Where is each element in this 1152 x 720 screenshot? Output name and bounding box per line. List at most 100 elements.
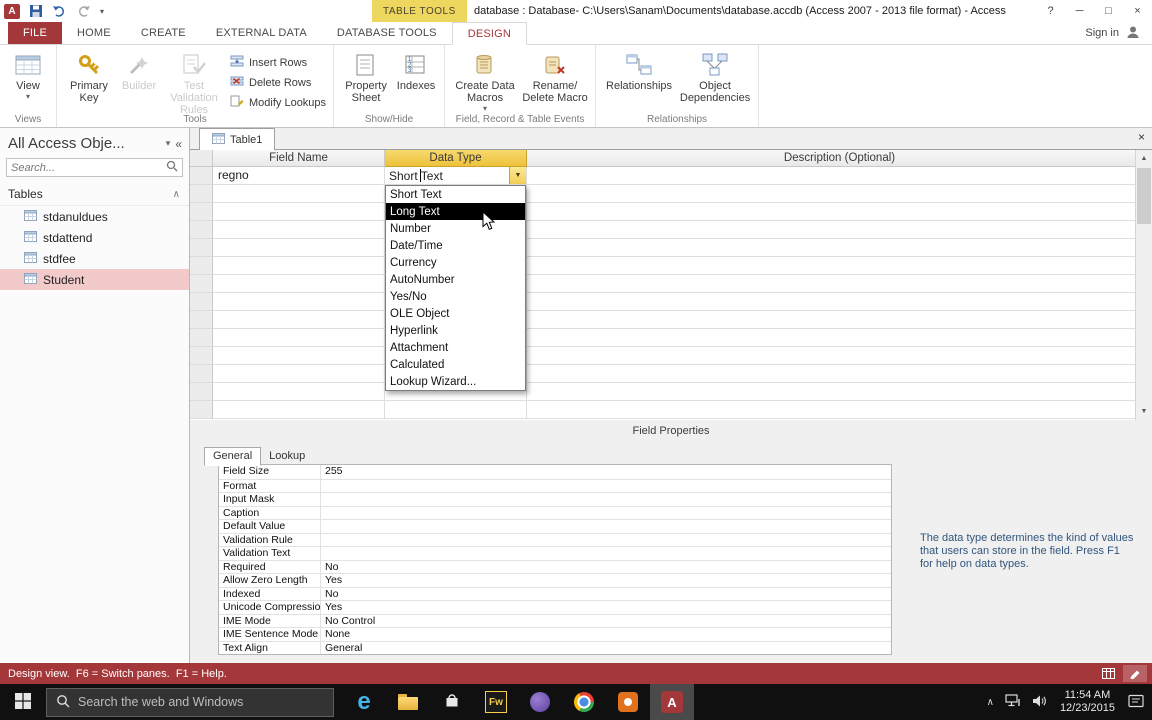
shutter-bar-icon[interactable]: « (175, 137, 182, 151)
datasheet-view-icon[interactable] (1096, 665, 1120, 682)
property-value[interactable] (321, 520, 891, 533)
document-tab-table1[interactable]: Table1 (199, 128, 275, 150)
insert-rows-button[interactable]: Insert Rows (230, 55, 326, 70)
field-name-cell[interactable]: regno (213, 167, 385, 185)
data-type-option[interactable]: Date/Time (386, 237, 525, 254)
property-value[interactable] (321, 480, 891, 493)
property-row[interactable]: Caption (219, 506, 891, 520)
property-sheet-button[interactable]: Property Sheet (339, 47, 393, 104)
sign-in[interactable]: Sign in (1085, 22, 1152, 44)
close-icon[interactable]: × (1123, 0, 1152, 22)
property-row[interactable]: IME Sentence Mode None (219, 627, 891, 641)
empty-grid-row[interactable] (190, 275, 1152, 293)
nav-table-item[interactable]: stdfee (0, 248, 189, 269)
customize-qat-icon[interactable]: ▾ (100, 3, 104, 19)
tray-chevron-icon[interactable]: ∧ (987, 697, 994, 708)
property-value[interactable]: No (321, 561, 891, 574)
ribbon-tab[interactable]: HOME (62, 22, 126, 44)
redo-icon[interactable] (76, 3, 91, 19)
access-taskbar-icon[interactable]: A (650, 684, 694, 720)
property-value[interactable]: No Control (321, 615, 891, 628)
data-type-option[interactable]: AutoNumber (386, 271, 525, 288)
property-row[interactable]: Validation Text (219, 546, 891, 560)
data-type-option[interactable]: Lookup Wizard... (386, 373, 525, 390)
field-properties-tab[interactable]: Lookup (261, 448, 313, 465)
edge-app-icon[interactable]: e (342, 684, 386, 720)
nav-pane-header[interactable]: All Access Obje... ▾ « (0, 128, 189, 156)
chrome-app-icon[interactable] (562, 684, 606, 720)
app-icon-orange[interactable] (606, 684, 650, 720)
rename-delete-macro-button[interactable]: Rename/ Delete Macro (520, 47, 590, 104)
relationships-button[interactable]: Relationships (601, 47, 677, 92)
scrollbar-thumb[interactable] (1137, 168, 1151, 224)
vertical-scrollbar[interactable]: ▲ ▼ (1135, 150, 1152, 420)
data-type-option[interactable]: Long Text (386, 203, 525, 220)
property-row[interactable]: IME Mode No Control (219, 614, 891, 628)
property-value[interactable] (321, 547, 891, 560)
file-explorer-icon[interactable] (386, 684, 430, 720)
object-dependencies-button[interactable]: Object Dependencies (677, 47, 753, 104)
store-app-icon[interactable] (430, 684, 474, 720)
property-value[interactable]: Yes (321, 574, 891, 587)
empty-grid-row[interactable] (190, 239, 1152, 257)
network-icon[interactable] (1005, 694, 1021, 710)
data-type-option[interactable]: OLE Object (386, 305, 525, 322)
restore-icon[interactable]: □ (1094, 0, 1123, 22)
property-row[interactable]: Format (219, 479, 891, 493)
ribbon-tab[interactable]: DATABASE TOOLS (322, 22, 452, 44)
property-row[interactable]: Allow Zero Length Yes (219, 573, 891, 587)
minimize-icon[interactable]: ─ (1065, 0, 1094, 22)
start-button[interactable] (0, 684, 46, 720)
property-value[interactable]: 255 (321, 465, 891, 479)
empty-grid-row[interactable] (190, 365, 1152, 383)
property-value[interactable]: None (321, 628, 891, 641)
empty-grid-row[interactable] (190, 329, 1152, 347)
property-value[interactable] (321, 507, 891, 520)
data-type-option[interactable]: Number (386, 220, 525, 237)
view-button[interactable]: View ▾ (5, 47, 51, 101)
description-cell[interactable] (527, 167, 1152, 185)
taskbar-search-input[interactable] (78, 695, 324, 709)
column-header-field-name[interactable]: Field Name (213, 150, 385, 167)
app-icon-purple[interactable] (518, 684, 562, 720)
empty-grid-row[interactable] (190, 347, 1152, 365)
scroll-up-icon[interactable]: ▲ (1136, 150, 1152, 167)
taskbar-search-box[interactable] (46, 688, 334, 717)
empty-grid-row[interactable] (190, 383, 1152, 401)
nav-search-box[interactable] (6, 158, 183, 177)
taskbar-clock[interactable]: 11:54 AM 12/23/2015 (1058, 689, 1117, 715)
column-header-description[interactable]: Description (Optional) (527, 150, 1152, 167)
data-type-option[interactable]: Currency (386, 254, 525, 271)
property-value[interactable]: No (321, 588, 891, 601)
empty-grid-row[interactable] (190, 185, 1152, 203)
data-type-option[interactable]: Yes/No (386, 288, 525, 305)
property-value[interactable]: Yes (321, 601, 891, 614)
empty-grid-row[interactable] (190, 311, 1152, 329)
close-document-icon[interactable]: × (1138, 130, 1145, 144)
create-data-macros-button[interactable]: Create Data Macros ▾ (450, 47, 520, 113)
property-row[interactable]: Input Mask (219, 492, 891, 506)
nav-pane-menu-icon[interactable]: ▾ (166, 138, 171, 149)
column-header-data-type[interactable]: Data Type (385, 150, 527, 167)
builder-button[interactable]: Builder (116, 47, 162, 92)
volume-icon[interactable] (1032, 695, 1047, 710)
ribbon-tab[interactable]: EXTERNAL DATA (201, 22, 322, 44)
property-row[interactable]: Field Size 255 (219, 465, 891, 479)
delete-rows-button[interactable]: Delete Rows (230, 75, 326, 90)
ribbon-tab[interactable]: DESIGN (452, 22, 527, 45)
data-type-option[interactable]: Calculated (386, 356, 525, 373)
data-type-option[interactable]: Hyperlink (386, 322, 525, 339)
test-validation-rules-button[interactable]: Test Validation Rules (162, 47, 226, 116)
data-type-dropdown-button[interactable]: ▼ (509, 167, 526, 184)
nav-section-tables[interactable]: Tables ∧ (0, 181, 189, 206)
data-type-option[interactable]: Short Text (386, 186, 525, 203)
empty-grid-row[interactable] (190, 203, 1152, 221)
empty-grid-row[interactable] (190, 293, 1152, 311)
empty-grid-row[interactable] (190, 257, 1152, 275)
property-row[interactable]: Indexed No (219, 587, 891, 601)
save-icon[interactable] (29, 3, 43, 19)
nav-table-item[interactable]: Student (0, 269, 189, 290)
empty-grid-row[interactable] (190, 401, 1152, 419)
fireworks-app-icon[interactable]: Fw (474, 684, 518, 720)
indexes-button[interactable]: 123 Indexes (393, 47, 439, 92)
